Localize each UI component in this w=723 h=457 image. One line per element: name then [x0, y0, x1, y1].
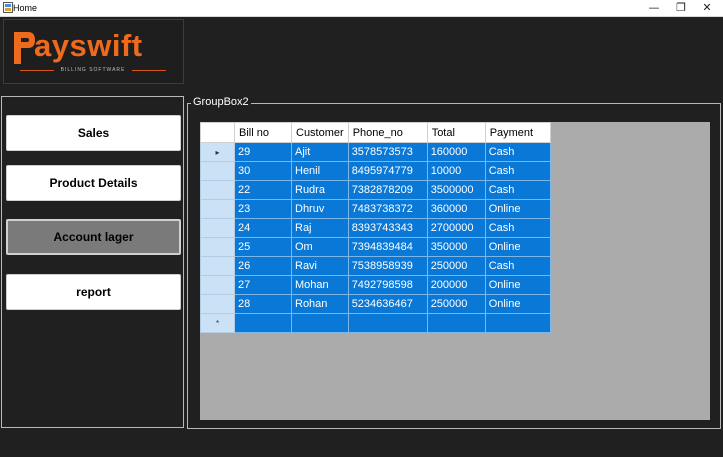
table-row[interactable]: 24 Raj 8393743343 2700000 Cash: [200, 218, 551, 238]
cell-phone-no[interactable]: [347, 313, 428, 333]
cell-customer[interactable]: Raj: [291, 218, 349, 238]
cell-customer[interactable]: Dhruv: [291, 199, 349, 219]
table-row[interactable]: 30 Henil 8495974779 10000 Cash: [200, 161, 551, 181]
cell-payment[interactable]: Cash: [484, 161, 551, 181]
cell-phone-no[interactable]: 7483738372: [347, 199, 428, 219]
cell-total[interactable]: 2700000: [426, 218, 486, 238]
cell-total[interactable]: 360000: [426, 199, 486, 219]
cell-payment[interactable]: Online: [484, 237, 551, 257]
cell-customer[interactable]: Rudra: [291, 180, 349, 200]
table-row[interactable]: 26 Ravi 7538958939 250000 Cash: [200, 256, 551, 276]
cell-phone-no[interactable]: 3578573573: [347, 142, 428, 162]
cell-phone-no[interactable]: 8495974779: [347, 161, 428, 181]
app-icon: [3, 2, 13, 13]
cell-phone-no[interactable]: 7492798598: [347, 275, 428, 295]
column-header-phone-no[interactable]: Phone_no: [347, 122, 428, 143]
navigation-panel: Sales Product Details Account lager repo…: [1, 96, 184, 428]
report-button[interactable]: report: [6, 274, 181, 310]
new-row[interactable]: *: [200, 313, 551, 333]
close-button[interactable]: ✕: [694, 0, 720, 16]
cell-customer[interactable]: Rohan: [291, 294, 349, 314]
cell-payment[interactable]: Cash: [484, 256, 551, 276]
new-row-indicator[interactable]: *: [200, 313, 235, 333]
table-row[interactable]: 28 Rohan 5234636467 250000 Online: [200, 294, 551, 314]
cell-bill-no[interactable]: 30: [234, 161, 292, 181]
logo-divider-left: [20, 70, 54, 71]
column-header-payment[interactable]: Payment: [484, 122, 551, 143]
cell-payment[interactable]: [484, 313, 551, 333]
cell-customer[interactable]: Om: [291, 237, 349, 257]
column-header-total[interactable]: Total: [426, 122, 486, 143]
cell-customer[interactable]: Ajit: [291, 142, 349, 162]
row-header[interactable]: [200, 294, 235, 314]
cell-phone-no[interactable]: 7394839484: [347, 237, 428, 257]
row-header[interactable]: [200, 237, 235, 257]
table-row[interactable]: 27 Mohan 7492798598 200000 Online: [200, 275, 551, 295]
window-title: Home: [13, 3, 38, 13]
row-header[interactable]: [200, 161, 235, 181]
cell-bill-no[interactable]: 26: [234, 256, 292, 276]
title-bar: Home — ❐ ✕: [0, 0, 723, 17]
cell-phone-no[interactable]: 5234636467: [347, 294, 428, 314]
row-header[interactable]: [200, 275, 235, 295]
sales-button[interactable]: Sales: [6, 115, 181, 151]
cell-customer[interactable]: Henil: [291, 161, 349, 181]
cell-payment[interactable]: Cash: [484, 180, 551, 200]
cell-phone-no[interactable]: 7538958939: [347, 256, 428, 276]
account-lager-button[interactable]: Account lager: [6, 219, 181, 255]
restore-button[interactable]: ❐: [668, 0, 694, 16]
table-row[interactable]: 25 Om 7394839484 350000 Online: [200, 237, 551, 257]
cell-total[interactable]: 250000: [426, 294, 486, 314]
cell-total[interactable]: 160000: [426, 142, 486, 162]
cell-total[interactable]: 250000: [426, 256, 486, 276]
cell-payment[interactable]: Cash: [484, 218, 551, 238]
cell-bill-no[interactable]: 29: [234, 142, 292, 162]
row-header-corner[interactable]: [200, 122, 235, 143]
column-header-bill-no[interactable]: Bill no: [234, 122, 292, 143]
cell-total[interactable]: 3500000: [426, 180, 486, 200]
column-header-customer[interactable]: Customer: [291, 122, 349, 143]
cell-total[interactable]: 350000: [426, 237, 486, 257]
cell-customer[interactable]: Ravi: [291, 256, 349, 276]
logo-divider-right: [132, 70, 166, 71]
cell-customer[interactable]: Mohan: [291, 275, 349, 295]
payswift-logo-icon: [14, 32, 35, 64]
cell-phone-no[interactable]: 7382878209: [347, 180, 428, 200]
groupbox-title: GroupBox2: [191, 96, 251, 109]
header-row: Bill no Customer Phone_no Total Payment: [200, 122, 551, 143]
cell-bill-no[interactable]: 27: [234, 275, 292, 295]
logo-subtitle: BILLING SOFTWARE: [60, 67, 126, 73]
bottom-strip: [0, 431, 723, 457]
row-header[interactable]: [200, 256, 235, 276]
minimize-button[interactable]: —: [641, 0, 667, 16]
table-row[interactable]: 23 Dhruv 7483738372 360000 Online: [200, 199, 551, 219]
cell-bill-no[interactable]: 25: [234, 237, 292, 257]
product-details-button[interactable]: Product Details: [6, 165, 181, 201]
cell-bill-no[interactable]: 23: [234, 199, 292, 219]
cell-total[interactable]: 10000: [426, 161, 486, 181]
cell-payment[interactable]: Online: [484, 199, 551, 219]
cell-bill-no[interactable]: [234, 313, 292, 333]
cell-phone-no[interactable]: 8393743343: [347, 218, 428, 238]
cell-bill-no[interactable]: 28: [234, 294, 292, 314]
cell-bill-no[interactable]: 24: [234, 218, 292, 238]
table-row[interactable]: 22 Rudra 7382878209 3500000 Cash: [200, 180, 551, 200]
cell-payment[interactable]: Online: [484, 294, 551, 314]
bills-table: Bill no Customer Phone_no Total Payment …: [200, 122, 551, 333]
cell-total[interactable]: 200000: [426, 275, 486, 295]
row-header[interactable]: [200, 180, 235, 200]
cell-payment[interactable]: Cash: [484, 142, 551, 162]
logo-panel: ayswift BILLING SOFTWARE: [3, 19, 184, 84]
cell-total[interactable]: [426, 313, 486, 333]
row-header[interactable]: [200, 199, 235, 219]
data-grid[interactable]: Bill no Customer Phone_no Total Payment …: [200, 122, 710, 420]
cell-customer[interactable]: [291, 313, 349, 333]
table-row[interactable]: ▸ 29 Ajit 3578573573 160000 Cash: [200, 142, 551, 162]
current-row-indicator[interactable]: ▸: [200, 142, 235, 162]
cell-payment[interactable]: Online: [484, 275, 551, 295]
logo-wordmark: ayswift: [34, 28, 143, 63]
cell-bill-no[interactable]: 22: [234, 180, 292, 200]
row-header[interactable]: [200, 218, 235, 238]
